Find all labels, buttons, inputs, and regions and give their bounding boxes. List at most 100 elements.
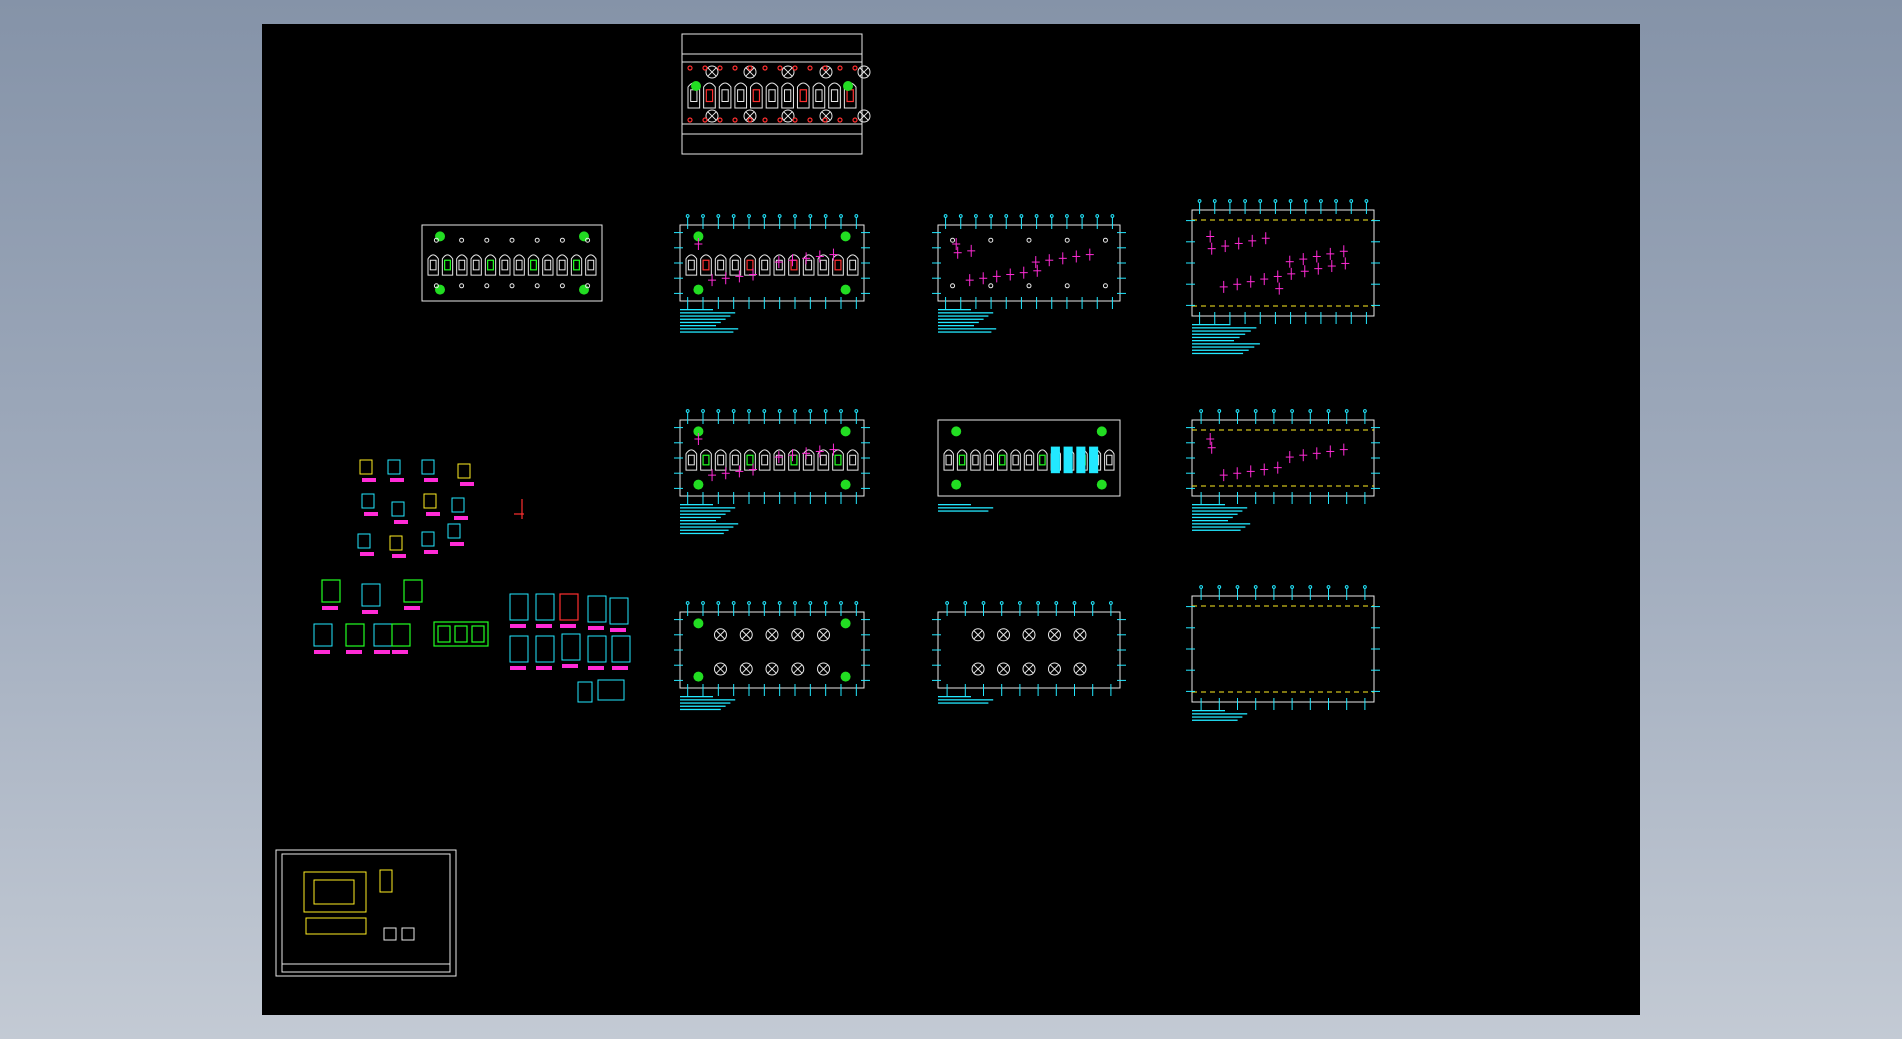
part-detail bbox=[421, 531, 435, 547]
note-line bbox=[680, 321, 721, 324]
note-line bbox=[938, 321, 979, 324]
insert-pocket bbox=[717, 259, 725, 271]
insert-pocket bbox=[544, 259, 552, 271]
part-details-cluster-b bbox=[313, 579, 489, 654]
insert-pocket bbox=[731, 259, 739, 271]
note-block bbox=[680, 504, 739, 535]
screw-hole-icon bbox=[997, 628, 1011, 642]
note-line bbox=[1192, 507, 1248, 509]
note-block bbox=[1192, 710, 1248, 721]
note-line bbox=[680, 705, 726, 707]
insert-pocket bbox=[737, 89, 745, 103]
cavity bbox=[456, 254, 468, 276]
green-bushings bbox=[693, 231, 851, 295]
dimension-marks bbox=[932, 214, 1126, 309]
part-label bbox=[362, 610, 378, 614]
cavity bbox=[700, 449, 712, 471]
part-detail bbox=[577, 681, 593, 703]
note-line bbox=[1192, 352, 1244, 355]
bolt-hole-x bbox=[819, 109, 833, 123]
cavity bbox=[470, 254, 482, 276]
insert-pocket bbox=[717, 454, 725, 466]
screw-hole-icon bbox=[817, 662, 831, 676]
insert-pocket bbox=[472, 259, 480, 271]
note-block bbox=[680, 309, 739, 333]
plate-outline bbox=[1191, 595, 1375, 703]
support-plate-view-a bbox=[1186, 199, 1380, 355]
screw-hole-icon bbox=[739, 628, 753, 642]
insert-pocket bbox=[768, 89, 776, 103]
part-detail bbox=[535, 635, 555, 663]
bolt-hole-x bbox=[705, 109, 719, 123]
insert-pocket bbox=[849, 259, 857, 271]
note-block bbox=[1192, 324, 1260, 355]
screw-hole-icon bbox=[997, 662, 1011, 676]
green-bushings bbox=[693, 426, 851, 490]
note-line bbox=[1192, 510, 1243, 512]
part-label bbox=[346, 650, 362, 654]
note-line bbox=[680, 699, 736, 701]
part-label bbox=[560, 624, 576, 628]
cad-drawing-viewport[interactable] bbox=[262, 24, 1640, 1015]
section-view bbox=[379, 869, 393, 893]
part-detail bbox=[361, 493, 375, 509]
part-label bbox=[510, 666, 526, 670]
screw-hole-icon bbox=[971, 628, 985, 642]
sheet-border bbox=[275, 849, 457, 977]
cavity bbox=[765, 82, 779, 109]
note-line bbox=[1192, 529, 1241, 531]
insert-pocket bbox=[515, 259, 523, 271]
insert-pocket bbox=[972, 454, 979, 466]
bolt-hole-x bbox=[781, 109, 795, 123]
cavity bbox=[714, 449, 727, 471]
cavity bbox=[758, 254, 771, 276]
part-label bbox=[612, 666, 628, 670]
highlight-block bbox=[1063, 446, 1073, 474]
part-label bbox=[392, 554, 406, 558]
screw-hole-icon bbox=[765, 628, 779, 642]
part-detail bbox=[387, 459, 401, 475]
part-label bbox=[392, 650, 408, 654]
cavity bbox=[970, 449, 981, 471]
core-plate-view bbox=[937, 419, 1121, 512]
insert-pocket bbox=[790, 259, 798, 271]
cavity bbox=[773, 254, 786, 276]
cavity bbox=[1104, 449, 1115, 471]
cavity bbox=[956, 449, 968, 471]
plate-outline bbox=[1191, 419, 1375, 497]
note-line bbox=[1192, 710, 1225, 712]
insert-pocket bbox=[731, 454, 739, 466]
note-line bbox=[1192, 330, 1251, 332]
note-line bbox=[1192, 520, 1228, 522]
part-details-cluster-c bbox=[509, 593, 631, 703]
part-label bbox=[404, 606, 420, 610]
screw-hole-icon bbox=[1047, 628, 1061, 642]
cavity-row bbox=[943, 449, 1115, 471]
cavity bbox=[585, 254, 597, 276]
note-line bbox=[938, 507, 994, 509]
cad-drawing-canvas[interactable] bbox=[262, 24, 1640, 1015]
cavity-row bbox=[685, 254, 859, 276]
note-line bbox=[680, 702, 731, 704]
assembly-title-sheet bbox=[275, 849, 457, 977]
note-line bbox=[938, 699, 994, 701]
cavity bbox=[734, 82, 748, 109]
cavity bbox=[781, 82, 794, 109]
detail-view bbox=[401, 927, 415, 941]
insert-pocket bbox=[998, 454, 1006, 466]
part-detail bbox=[345, 623, 365, 647]
part-label bbox=[360, 552, 374, 556]
highlight-block bbox=[1050, 446, 1060, 474]
cavity-plate-view-c bbox=[674, 409, 870, 535]
insert-pocket bbox=[687, 259, 695, 271]
part-detail bbox=[597, 679, 625, 701]
note-line bbox=[938, 318, 984, 320]
screw-hole-icon bbox=[713, 628, 727, 642]
cavity bbox=[556, 254, 568, 276]
insert-pocket bbox=[587, 259, 595, 271]
note-line bbox=[1192, 526, 1246, 528]
insert-pocket bbox=[815, 89, 823, 103]
bolt-hole-x bbox=[857, 109, 871, 123]
note-line bbox=[1192, 513, 1238, 515]
insert-pocket bbox=[558, 259, 566, 271]
